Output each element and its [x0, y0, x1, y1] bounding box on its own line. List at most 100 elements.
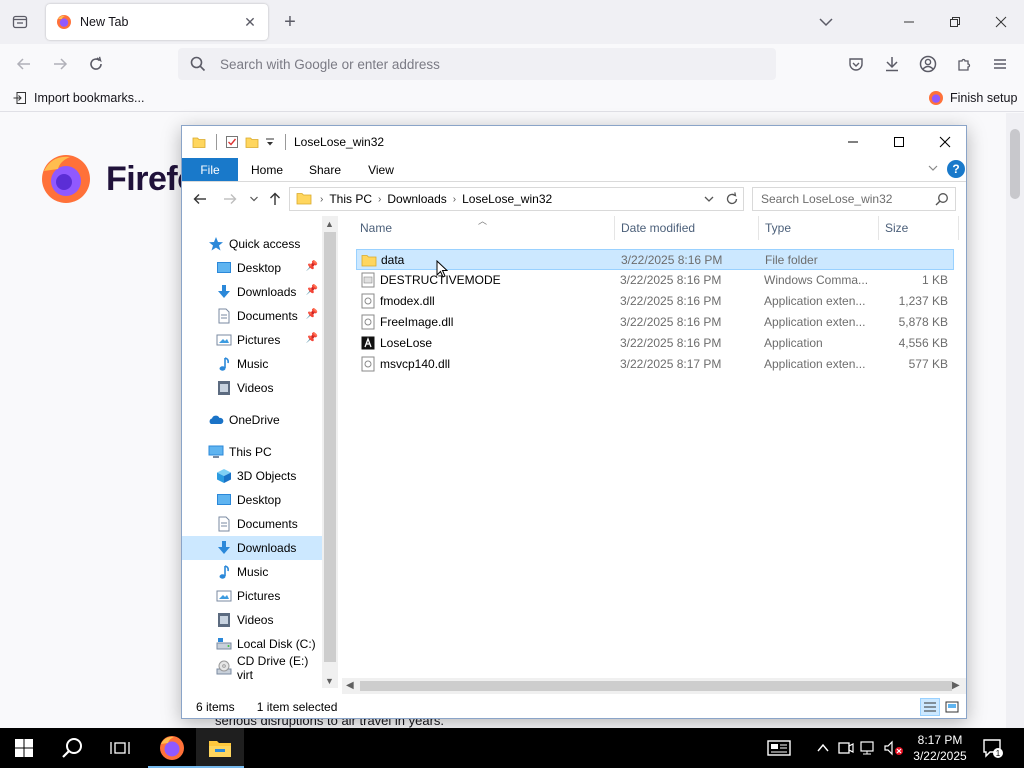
breadcrumb-loselose[interactable]: LoseLose_win32 [462, 192, 552, 206]
breadcrumb-this-pc[interactable]: This PC [329, 192, 372, 206]
nav-pc-music[interactable]: Music [182, 560, 322, 584]
new-folder-icon[interactable] [245, 135, 259, 149]
nav-qa-documents[interactable]: Documents 📌 [182, 304, 322, 328]
pocket-icon[interactable] [844, 52, 868, 76]
nav-pc-3d-objects[interactable]: 3D Objects [182, 464, 322, 488]
tab-file[interactable]: File [182, 158, 238, 181]
up-arrow-icon[interactable] [265, 189, 285, 209]
notifications-icon[interactable]: 1 [978, 728, 1008, 768]
tab-share[interactable]: Share [300, 158, 350, 181]
show-hidden-icons-icon[interactable] [814, 728, 832, 768]
back-icon[interactable] [12, 52, 36, 76]
breadcrumb-downloads[interactable]: Downloads [387, 192, 446, 206]
taskbar-file-explorer[interactable] [196, 728, 244, 768]
extensions-icon[interactable] [952, 52, 976, 76]
reload-icon[interactable] [84, 52, 108, 76]
horizontal-scrollbar-thumb[interactable] [360, 681, 952, 691]
help-icon[interactable]: ? [947, 160, 965, 178]
nav-pc-documents[interactable]: Documents [182, 512, 322, 536]
qat-dropdown-icon[interactable] [265, 137, 275, 147]
nav-pc-desktop[interactable]: Desktop [182, 488, 322, 512]
address-dropdown-icon[interactable] [703, 191, 715, 210]
close-tab-icon[interactable]: ✕ [242, 14, 258, 30]
details-view-icon[interactable] [920, 698, 940, 716]
account-icon[interactable] [916, 52, 940, 76]
column-name[interactable]: Name [354, 216, 615, 240]
firefox-view-icon[interactable] [8, 10, 32, 34]
forward-icon[interactable] [48, 52, 72, 76]
search-input[interactable] [761, 192, 931, 206]
scroll-up-icon[interactable]: ▲ [325, 219, 334, 229]
explorer-title-bar[interactable]: LoseLose_win32 [182, 126, 966, 158]
file-row[interactable]: fmodex.dll 3/22/2025 8:16 PM Application… [356, 291, 954, 312]
address-bar[interactable]: › This PC › Downloads › LoseLose_win32 [289, 187, 744, 211]
large-icons-view-icon[interactable] [942, 698, 962, 716]
page-scrollbar[interactable] [1006, 113, 1024, 728]
properties-icon[interactable] [225, 135, 239, 149]
nav-quick-access[interactable]: Quick access [182, 232, 322, 256]
column-size[interactable]: Size [879, 216, 959, 240]
pin-icon[interactable]: 📌 [306, 309, 318, 320]
chevron-right-icon[interactable]: › [320, 194, 323, 205]
tab-home[interactable]: Home [242, 158, 292, 181]
close-window-icon[interactable] [978, 0, 1024, 44]
explorer-maximize-icon[interactable] [876, 126, 922, 158]
file-row[interactable]: FreeImage.dll 3/22/2025 8:16 PM Applicat… [356, 312, 954, 333]
pin-icon[interactable]: 📌 [306, 261, 318, 272]
restore-icon[interactable] [932, 0, 978, 44]
column-type[interactable]: Type [759, 216, 879, 240]
nav-pc-videos[interactable]: Videos [182, 608, 322, 632]
chevron-right-icon[interactable]: › [378, 194, 381, 205]
forward-arrow-icon[interactable] [220, 189, 240, 209]
taskbar-clock[interactable]: 8:17 PM 3/22/2025 [904, 732, 976, 764]
volume-muted-icon[interactable] [882, 728, 906, 768]
task-view-button[interactable] [96, 728, 144, 768]
chevron-right-icon[interactable]: › [453, 194, 456, 205]
nav-pc-downloads[interactable]: Downloads [182, 536, 322, 560]
file-row[interactable]: LoseLose 3/22/2025 8:16 PM Application 4… [356, 333, 954, 354]
horizontal-scrollbar[interactable]: ◀ ▶ [342, 678, 966, 694]
nav-qa-music[interactable]: Music [182, 352, 322, 376]
nav-onedrive[interactable]: OneDrive [182, 408, 322, 432]
start-button[interactable] [0, 728, 48, 768]
scroll-down-icon[interactable]: ▼ [325, 676, 334, 686]
browser-tab-new-tab[interactable]: New Tab ✕ [46, 4, 268, 40]
column-date-modified[interactable]: Date modified [615, 216, 759, 240]
nav-pane-scrollbar[interactable]: ▲ ▼ [322, 216, 338, 688]
scroll-left-icon[interactable]: ◀ [346, 680, 354, 691]
url-bar[interactable]: Search with Google or enter address [178, 48, 776, 80]
taskbar-firefox[interactable] [148, 728, 196, 768]
pin-icon[interactable]: 📌 [306, 285, 318, 296]
list-all-tabs-icon[interactable] [816, 12, 836, 32]
file-row[interactable]: msvcp140.dll 3/22/2025 8:17 PM Applicati… [356, 354, 954, 375]
nav-qa-desktop[interactable]: Desktop 📌 [182, 256, 322, 280]
nav-qa-downloads[interactable]: Downloads 📌 [182, 280, 322, 304]
refresh-icon[interactable] [725, 191, 739, 210]
expand-ribbon-icon[interactable] [927, 162, 939, 177]
nav-pc-local-disk[interactable]: Local Disk (C:) [182, 632, 322, 656]
nav-pane-scrollbar-thumb[interactable] [324, 232, 336, 662]
scroll-right-icon[interactable]: ▶ [952, 680, 960, 691]
import-bookmarks-button[interactable]: Import bookmarks... [12, 90, 144, 106]
search-taskbar-button[interactable] [48, 728, 96, 768]
explorer-close-icon[interactable] [922, 126, 968, 158]
nav-pc-cd-drive[interactable]: CD Drive (E:) virt [182, 654, 322, 682]
network-icon[interactable] [858, 728, 880, 768]
nav-qa-videos[interactable]: Videos [182, 376, 322, 400]
nav-pc-pictures[interactable]: Pictures [182, 584, 322, 608]
app-menu-icon[interactable] [988, 52, 1012, 76]
page-scrollbar-thumb[interactable] [1010, 129, 1020, 199]
downloads-icon[interactable] [880, 52, 904, 76]
minimize-icon[interactable] [886, 0, 932, 44]
nav-this-pc[interactable]: This PC [182, 440, 322, 464]
recent-locations-icon[interactable] [244, 189, 264, 209]
new-tab-icon[interactable]: + [280, 12, 300, 32]
finish-setup-button[interactable]: Finish setup [928, 90, 1017, 106]
nav-qa-pictures[interactable]: Pictures 📌 [182, 328, 322, 352]
search-box[interactable] [752, 187, 956, 211]
back-arrow-icon[interactable] [190, 189, 210, 209]
explorer-minimize-icon[interactable] [830, 126, 876, 158]
meet-now-icon[interactable] [836, 728, 856, 768]
news-widget-icon[interactable] [764, 728, 794, 768]
tab-view[interactable]: View [358, 158, 404, 181]
